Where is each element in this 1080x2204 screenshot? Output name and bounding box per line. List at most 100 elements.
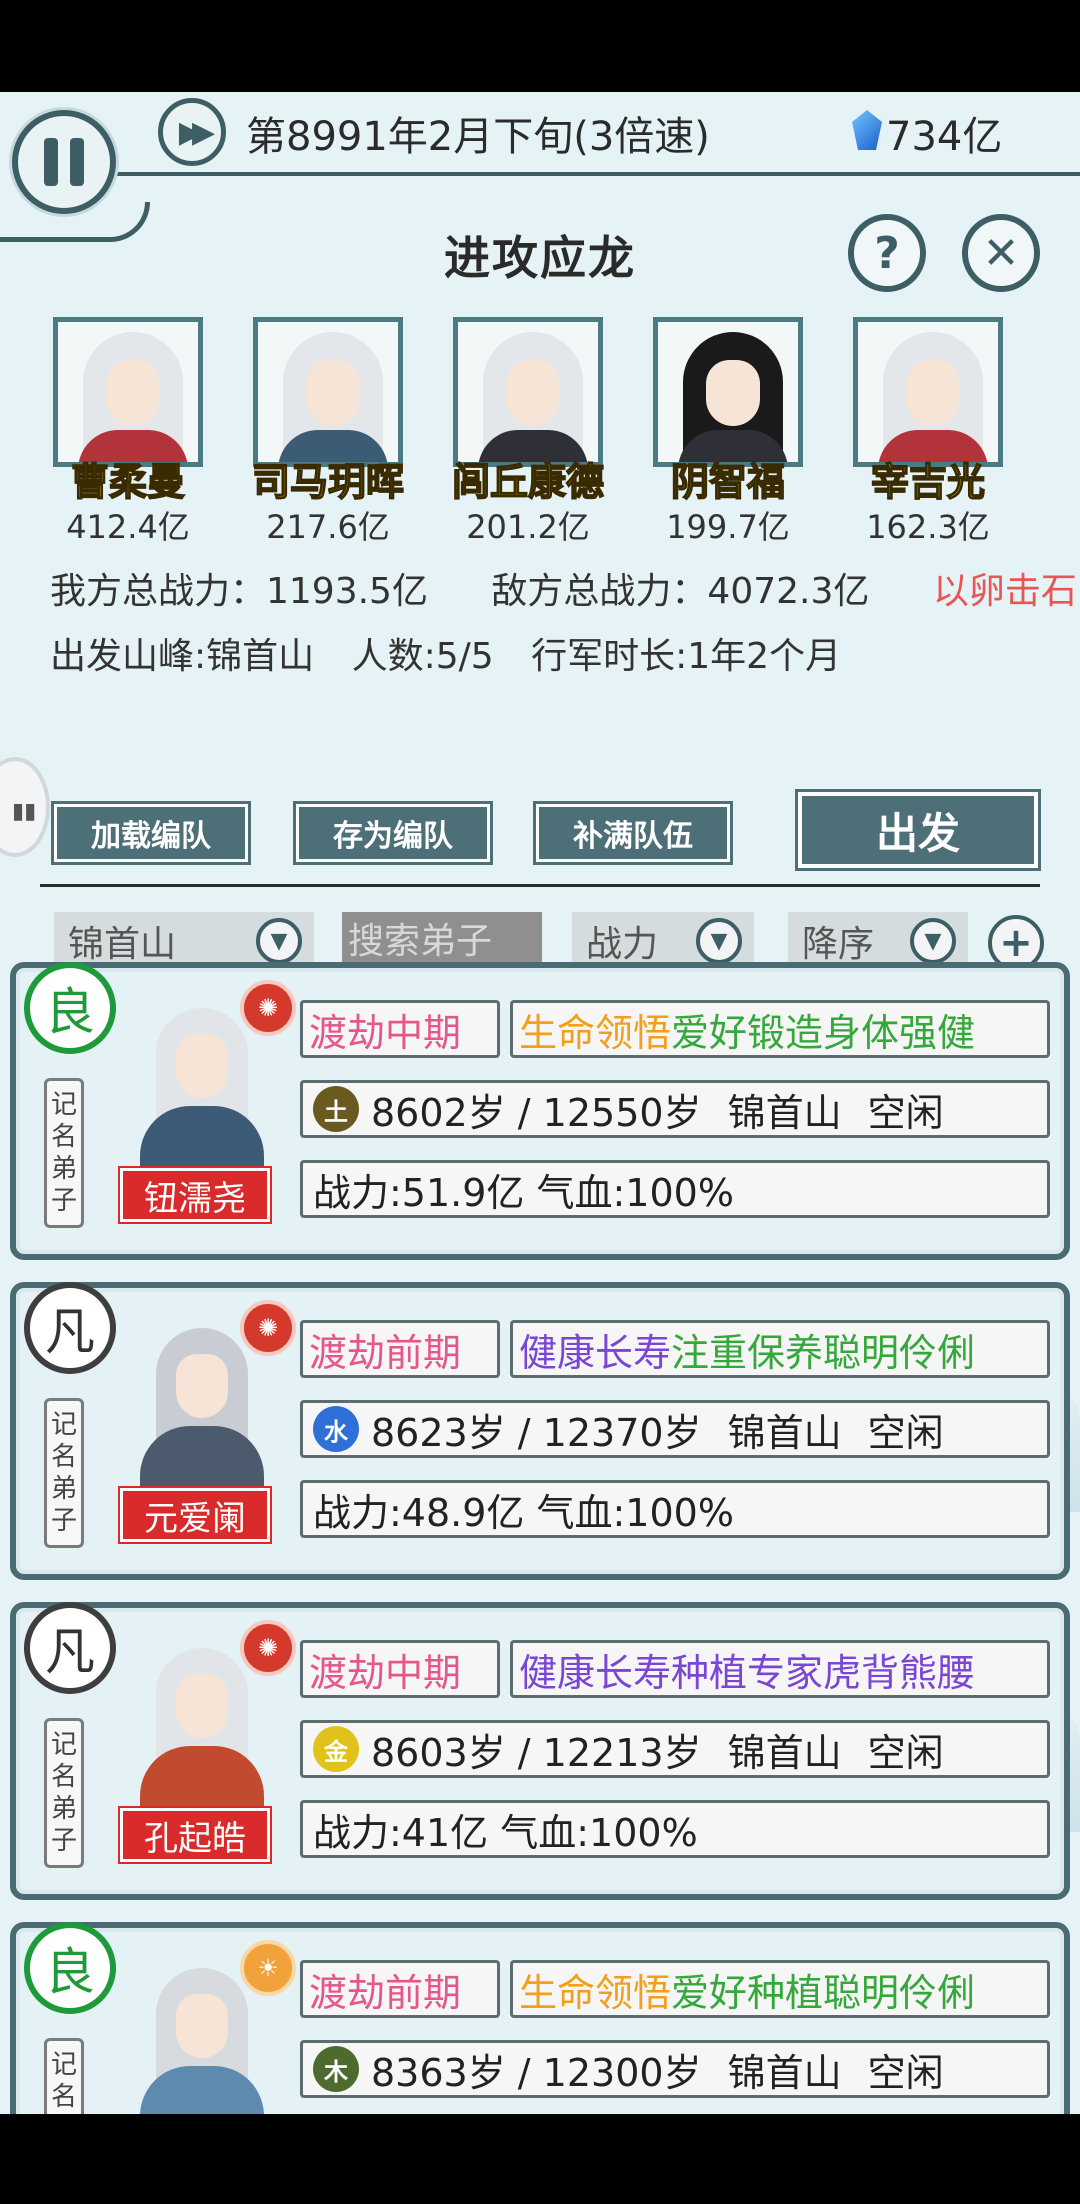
location: 锦首山 <box>727 1090 842 1135</box>
rank-tag: 记名弟子 <box>44 1718 84 1868</box>
rank-char: 子 <box>50 1186 77 1216</box>
chevron-down-icon: ▼ <box>696 918 742 964</box>
member-name: 阴智福 <box>670 459 786 505</box>
trait: 健康长寿 <box>519 1330 672 1375</box>
power-comparison: 我方总战力：1193.5亿 敌方总战力：4072.3亿 以卵击石 <box>50 562 1077 614</box>
load-team-button[interactable]: 加载编队 <box>51 801 251 865</box>
status: 空闲 <box>867 2050 944 2095</box>
member-power: 217.6亿 <box>266 508 390 546</box>
attack-team: 曹柔曼 412.4亿 司马玥晖 217.6亿 闾丘康德 201.2亿 阴智福 1… <box>48 317 1048 557</box>
age: 8602岁 / 12550岁 <box>371 1090 702 1135</box>
member-name: 闾丘康德 <box>451 459 605 505</box>
location: 锦首山 <box>727 2050 842 2095</box>
team-member[interactable]: 曹柔曼 412.4亿 <box>48 317 208 548</box>
realm-label: 渡劫中期 <box>300 1000 500 1058</box>
age: 8363岁 / 12300岁 <box>371 2050 702 2095</box>
realm-label: 渡劫前期 <box>300 1960 500 2018</box>
sort-order-value: 降序 <box>802 924 875 965</box>
rank-tag: 记名弟子 <box>44 1398 84 1548</box>
disciple-card[interactable]: 凡 记名弟子 ✺ 元爱阑 渡劫前期 健康长寿 注重保养 聪明伶俐 水 8623岁… <box>10 1282 1070 1580</box>
traits: 生命领悟 爱好种植 聪明伶俐 <box>510 1960 1050 2018</box>
member-power: 201.2亿 <box>466 508 590 546</box>
trait: 聪明伶俐 <box>823 1330 976 1375</box>
member-portrait <box>653 317 803 467</box>
location: 锦首山 <box>727 1730 842 1775</box>
member-name: 曹柔曼 <box>70 459 186 505</box>
age-location-row: 水 8623岁 / 12370岁 锦首山 空闲 <box>300 1400 1050 1458</box>
member-name: 司马玥晖 <box>251 459 405 505</box>
trait: 注重保养 <box>671 1330 824 1375</box>
status: 空闲 <box>867 1730 944 1775</box>
game-screen: ▶▶ 第8991年2月下旬(3倍速) 734亿 进攻应龙 ? ✕ 曹柔曼 412… <box>0 92 1080 2114</box>
fast-forward-button[interactable]: ▶▶ <box>158 98 226 166</box>
sort-field-value: 战力 <box>586 924 659 965</box>
team-member[interactable]: 闾丘康德 201.2亿 <box>448 317 608 548</box>
phoenix-icon: ✺ <box>240 980 296 1036</box>
save-team-button[interactable]: 存为编队 <box>293 801 493 865</box>
side-drawer-handle[interactable]: ▮▮ <box>0 757 50 857</box>
rank-char: 弟 <box>50 1474 77 1504</box>
member-power: 162.3亿 <box>866 508 990 546</box>
member-portrait <box>253 317 403 467</box>
trait: 生命领悟 <box>519 1010 672 1055</box>
mountain-filter-value: 锦首山 <box>68 924 177 965</box>
grade-badge: 良 <box>24 1922 116 2014</box>
fast-forward-icon: ▶▶ <box>178 114 215 150</box>
age-location-row: 木 8363岁 / 12300岁 锦首山 空闲 <box>300 2040 1050 2098</box>
sun-icon: ☀ <box>240 1940 296 1996</box>
stats-row: 战力:41亿 气血:100% <box>300 1800 1050 1858</box>
status: 空闲 <box>867 1410 944 1455</box>
pause-button[interactable] <box>12 110 116 214</box>
rank-char: 弟 <box>50 1794 77 1824</box>
metal-element-icon: 金 <box>313 1726 359 1772</box>
top-bar: ▶▶ 第8991年2月下旬(3倍速) 734亿 <box>0 92 1080 242</box>
help-button[interactable]: ? <box>848 214 926 292</box>
close-button[interactable]: ✕ <box>962 214 1040 292</box>
team-member[interactable]: 宰吉光 162.3亿 <box>848 317 1008 548</box>
rank-char: 子 <box>50 1826 77 1856</box>
trait: 种植专家 <box>671 1650 824 1695</box>
spirit-stone-count: 734亿 <box>886 114 1003 160</box>
disciple-card[interactable]: 凡 记名弟子 ✺ 孔起皓 渡劫中期 健康长寿 种植专家 虎背熊腰 金 8603岁… <box>10 1602 1070 1900</box>
team-member[interactable]: 阴智福 199.7亿 <box>648 317 808 548</box>
rank-char: 记 <box>50 1730 77 1760</box>
earth-element-icon: 土 <box>313 1086 359 1132</box>
rank-tag: 记名弟子 <box>44 1078 84 1228</box>
rank-char: 记 <box>50 2050 77 2080</box>
disciple-card[interactable]: 良 记名弟子 ✺ 钮濡尧 渡劫中期 生命领悟 爱好锻造 身体强健 土 8602岁… <box>10 962 1070 1260</box>
enemy-total-power: 敌方总战力：4072.3亿 <box>491 571 870 612</box>
disciple-name: 孔起皓 <box>118 1806 272 1864</box>
rank-char: 子 <box>50 1506 77 1536</box>
fill-team-button[interactable]: 补满队伍 <box>533 801 733 865</box>
wood-element-icon: 木 <box>313 2046 359 2092</box>
trait: 身体强健 <box>823 1010 976 1055</box>
stats-row: 战力:51.9亿 气血:100% <box>300 1160 1050 1218</box>
depart-button[interactable]: 出发 <box>795 789 1041 871</box>
trait: 爱好锻造 <box>671 1010 824 1055</box>
help-icon: ? <box>874 227 900 279</box>
grade-badge: 凡 <box>24 1282 116 1374</box>
traits: 生命领悟 爱好锻造 身体强健 <box>510 1000 1050 1058</box>
trait: 生命领悟 <box>519 1970 672 2015</box>
age-location-row: 金 8603岁 / 12213岁 锦首山 空闲 <box>300 1720 1050 1778</box>
disciple-card[interactable]: 良 记名弟子 ☀ 渡劫前期 生命领悟 爱好种植 聪明伶俐 木 8363岁 / 1… <box>10 1922 1070 2114</box>
member-power: 412.4亿 <box>66 508 190 546</box>
age: 8623岁 / 12370岁 <box>371 1410 702 1455</box>
rank-char: 名 <box>50 1762 77 1792</box>
phoenix-icon: ✺ <box>240 1620 296 1676</box>
rank-char: 记 <box>50 1410 77 1440</box>
pause-icon <box>44 138 58 186</box>
disciple-name: 元爱阑 <box>118 1486 272 1544</box>
status: 空闲 <box>867 1090 944 1135</box>
pause-icon-bar <box>70 138 84 186</box>
team-member[interactable]: 司马玥晖 217.6亿 <box>248 317 408 548</box>
trait: 健康长寿 <box>519 1650 672 1695</box>
realm-label: 渡劫中期 <box>300 1640 500 1698</box>
rank-tag: 记名弟子 <box>44 2038 84 2114</box>
march-duration: 行军时长:1年2个月 <box>531 636 842 677</box>
spirit-stone-icon <box>852 110 882 150</box>
water-element-icon: 水 <box>313 1406 359 1452</box>
phoenix-icon: ✺ <box>240 1300 296 1356</box>
top-bar-divider <box>100 172 1080 176</box>
plus-icon: + <box>999 920 1033 966</box>
